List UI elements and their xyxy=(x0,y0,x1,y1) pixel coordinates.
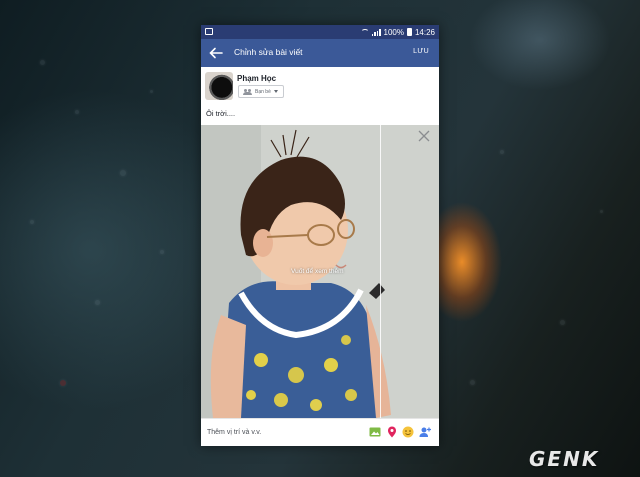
clock: 14:26 xyxy=(414,27,435,37)
tag-people-icon[interactable] xyxy=(419,426,431,438)
phone-screen: 100% 14:26 Chỉnh sửa bài viết LƯU Phạm H… xyxy=(201,25,439,446)
chevron-down-icon xyxy=(273,90,278,93)
wifi-icon xyxy=(360,29,369,35)
app-bar: Chỉnh sửa bài viết LƯU xyxy=(201,39,439,67)
audience-selector[interactable]: Bạn bè xyxy=(238,85,284,98)
battery-icon xyxy=(406,28,412,36)
emoji-icon[interactable] xyxy=(402,426,414,438)
close-icon[interactable] xyxy=(418,130,430,142)
save-button[interactable]: LƯU xyxy=(413,48,429,55)
signal-icon xyxy=(371,28,381,36)
author-name: Phạm Học xyxy=(237,74,277,83)
add-details-button[interactable]: Thêm vị trí và v.v. xyxy=(207,429,261,436)
post-composer: Phạm Học Bạn bè Ôi trời.... xyxy=(201,67,439,125)
friends-icon xyxy=(243,88,252,95)
photo-icon[interactable] xyxy=(369,426,381,438)
location-pin-icon[interactable] xyxy=(386,426,398,438)
back-arrow-icon[interactable] xyxy=(209,46,223,60)
bottom-bar: Thêm vị trí và v.v. xyxy=(201,418,439,446)
photo-divider xyxy=(380,125,381,418)
gallery-icon xyxy=(205,28,213,35)
swipe-hint: Vuốt để xem thêm xyxy=(291,268,344,275)
attached-photo[interactable]: Vuốt để xem thêm xyxy=(201,125,439,418)
page-title: Chỉnh sửa bài viết xyxy=(234,47,303,57)
avatar[interactable] xyxy=(205,72,233,100)
status-bar: 100% 14:26 xyxy=(201,25,439,39)
audience-label: Bạn bè xyxy=(255,88,271,95)
watermark-logo: GENK xyxy=(529,447,600,471)
battery-percent: 100% xyxy=(383,27,404,37)
post-text-input[interactable]: Ôi trời.... xyxy=(206,109,235,118)
